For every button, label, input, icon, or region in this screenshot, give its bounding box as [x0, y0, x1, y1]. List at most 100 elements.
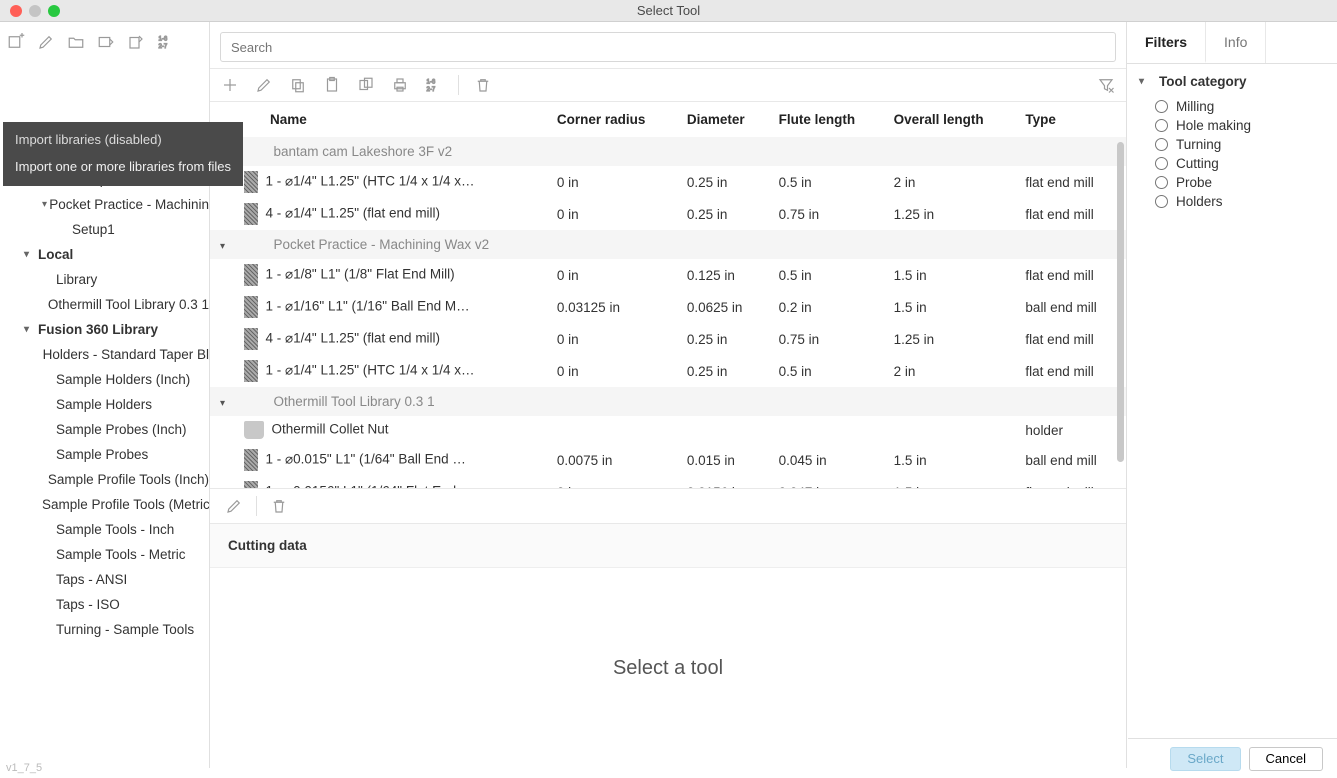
table-row[interactable]: 1 - ⌀1/4" L1.25" (HTC 1/4 x 1/4 x…0 in0.… — [210, 355, 1126, 387]
tree-node[interactable]: Sample Tools - Inch — [0, 517, 209, 542]
table-row[interactable]: 1 - ⌀1/16" L1" (1/16" Ball End M…0.03125… — [210, 291, 1126, 323]
filter-option[interactable]: Turning — [1139, 135, 1325, 154]
group-row[interactable]: bantam cam Lakeshore 3F v2 — [210, 137, 1126, 166]
detail-toolbar — [210, 488, 1126, 524]
tree-node[interactable]: ▾Pocket Practice - Machinin — [0, 192, 209, 217]
tree-node[interactable]: ▾Local — [0, 242, 209, 267]
filter-option[interactable]: Milling — [1139, 97, 1325, 116]
export-icon[interactable] — [126, 32, 146, 52]
edit-tool-icon[interactable] — [254, 75, 274, 95]
new-folder-icon[interactable] — [66, 32, 86, 52]
tree-node-label: Local — [38, 247, 73, 262]
group-row[interactable]: ▾ Pocket Practice - Machining Wax v2 — [210, 230, 1126, 259]
clear-filter-icon[interactable] — [1096, 75, 1116, 95]
tree-node[interactable]: Sample Probes (Inch) — [0, 417, 209, 442]
copy-icon[interactable] — [288, 75, 308, 95]
group-row[interactable]: ▾ Othermill Tool Library 0.3 1 — [210, 387, 1126, 416]
filter-option[interactable]: Cutting — [1139, 154, 1325, 173]
table-row[interactable]: 1 - ⌀0.015" L1" (1/64" Ball End …0.0075 … — [210, 444, 1126, 476]
cancel-button[interactable]: Cancel — [1249, 747, 1323, 771]
cell: 1.5 in — [886, 444, 1018, 476]
paste-icon[interactable] — [322, 75, 342, 95]
tree-node[interactable]: Setup1 — [0, 217, 209, 242]
svg-text:2-7: 2-7 — [427, 87, 436, 93]
column-header[interactable]: Flute length — [771, 102, 886, 137]
tree-node[interactable]: Taps - ISO — [0, 592, 209, 617]
tab-info[interactable]: Info — [1206, 22, 1266, 63]
search-row — [210, 22, 1126, 68]
cell: holder — [1017, 416, 1126, 444]
tree-node[interactable]: Sample Holders — [0, 392, 209, 417]
table-row[interactable]: ▸ 1 - ⌀1/4" L1.25" (HTC 1/4 x 1/4 x…0 in… — [210, 166, 1126, 198]
titlebar: Select Tool — [0, 0, 1337, 22]
renumber-tools-icon[interactable]: 1-62-7 — [424, 75, 444, 95]
table-row[interactable]: 1 - ⌀0.0156" L1" (1/64" Flat End…0 in0.0… — [210, 476, 1126, 488]
column-header[interactable]: Diameter — [679, 102, 771, 137]
delete-detail-icon[interactable] — [269, 496, 289, 516]
cell — [886, 416, 1018, 444]
search-input[interactable] — [220, 32, 1116, 62]
tree-node[interactable]: Sample Probes — [0, 442, 209, 467]
column-header[interactable]: Type — [1017, 102, 1126, 137]
radio-input[interactable] — [1155, 157, 1168, 170]
radio-input[interactable] — [1155, 195, 1168, 208]
radio-input[interactable] — [1155, 176, 1168, 189]
edit-icon[interactable] — [36, 32, 56, 52]
delete-icon[interactable] — [473, 75, 493, 95]
cell: flat end mill — [1017, 259, 1126, 291]
cell: 2 in — [886, 355, 1018, 387]
tree-node[interactable]: Sample Profile Tools (Inch) — [0, 467, 209, 492]
filter-option[interactable]: Holders — [1139, 192, 1325, 211]
link-library-icon[interactable] — [96, 32, 116, 52]
column-header[interactable]: Overall length — [886, 102, 1018, 137]
duplicate-icon[interactable] — [356, 75, 376, 95]
filter-option-label: Milling — [1176, 99, 1214, 114]
cell: 0.25 in — [679, 355, 771, 387]
tree-node[interactable]: Sample Holders (Inch) — [0, 367, 209, 392]
add-tool-icon[interactable] — [220, 75, 240, 95]
tree-node[interactable]: Holders - Standard Taper Bl — [0, 342, 209, 367]
tree-node-label: Turning - Sample Tools — [56, 622, 194, 637]
filter-option[interactable]: Hole making — [1139, 116, 1325, 135]
tree-node[interactable]: Turning - Sample Tools — [0, 617, 209, 642]
print-icon[interactable] — [390, 75, 410, 95]
tree-node[interactable]: Sample Tools - Metric — [0, 542, 209, 567]
cell: 0 in — [549, 198, 679, 230]
cell: ball end mill — [1017, 291, 1126, 323]
cell — [679, 416, 771, 444]
cell: 0.2 in — [771, 291, 886, 323]
cell: flat end mill — [1017, 166, 1126, 198]
cell: 0 in — [549, 476, 679, 488]
filter-option[interactable]: Probe — [1139, 173, 1325, 192]
tool-name: 1 - ⌀0.0156" L1" (1/64" Flat End… — [266, 484, 470, 488]
table-row[interactable]: 1 - ⌀1/8" L1" (1/8" Flat End Mill)0 in0.… — [210, 259, 1126, 291]
filter-section-title[interactable]: ▾ Tool category — [1139, 74, 1325, 89]
tree-node[interactable]: ▾Fusion 360 Library — [0, 317, 209, 342]
tree-node[interactable]: Taps - ANSI — [0, 567, 209, 592]
radio-input[interactable] — [1155, 100, 1168, 113]
table-row[interactable]: 4 - ⌀1/4" L1.25" (flat end mill)0 in0.25… — [210, 198, 1126, 230]
radio-input[interactable] — [1155, 119, 1168, 132]
chevron-down-icon: ▾ — [24, 324, 38, 335]
tree-node[interactable]: Library — [0, 267, 209, 292]
renumber-icon[interactable]: 1-62-7 — [156, 32, 176, 52]
tree-node-label: Setup1 — [72, 222, 115, 237]
tool-thumb-icon — [244, 360, 258, 382]
tree-node-label: Taps - ANSI — [56, 572, 127, 587]
column-header[interactable]: Name — [210, 102, 549, 137]
column-header[interactable]: Corner radius — [549, 102, 679, 137]
table-row[interactable]: Othermill Collet Nutholder — [210, 416, 1126, 444]
tree-node[interactable]: Othermill Tool Library 0.3 1 — [0, 292, 209, 317]
table-row[interactable]: 4 - ⌀1/4" L1.25" (flat end mill)0 in0.25… — [210, 323, 1126, 355]
edit-detail-icon[interactable] — [224, 496, 244, 516]
scrollbar[interactable] — [1117, 142, 1124, 462]
radio-input[interactable] — [1155, 138, 1168, 151]
chevron-icon: ▾ — [220, 398, 236, 409]
tab-filters[interactable]: Filters — [1127, 22, 1206, 63]
new-library-icon[interactable] — [6, 32, 26, 52]
tree-node[interactable]: Sample Profile Tools (Metric) — [0, 492, 209, 517]
cell: 1.25 in — [886, 323, 1018, 355]
select-button[interactable]: Select — [1170, 747, 1240, 771]
filter-option-label: Cutting — [1176, 156, 1219, 171]
cell: 0 in — [549, 323, 679, 355]
